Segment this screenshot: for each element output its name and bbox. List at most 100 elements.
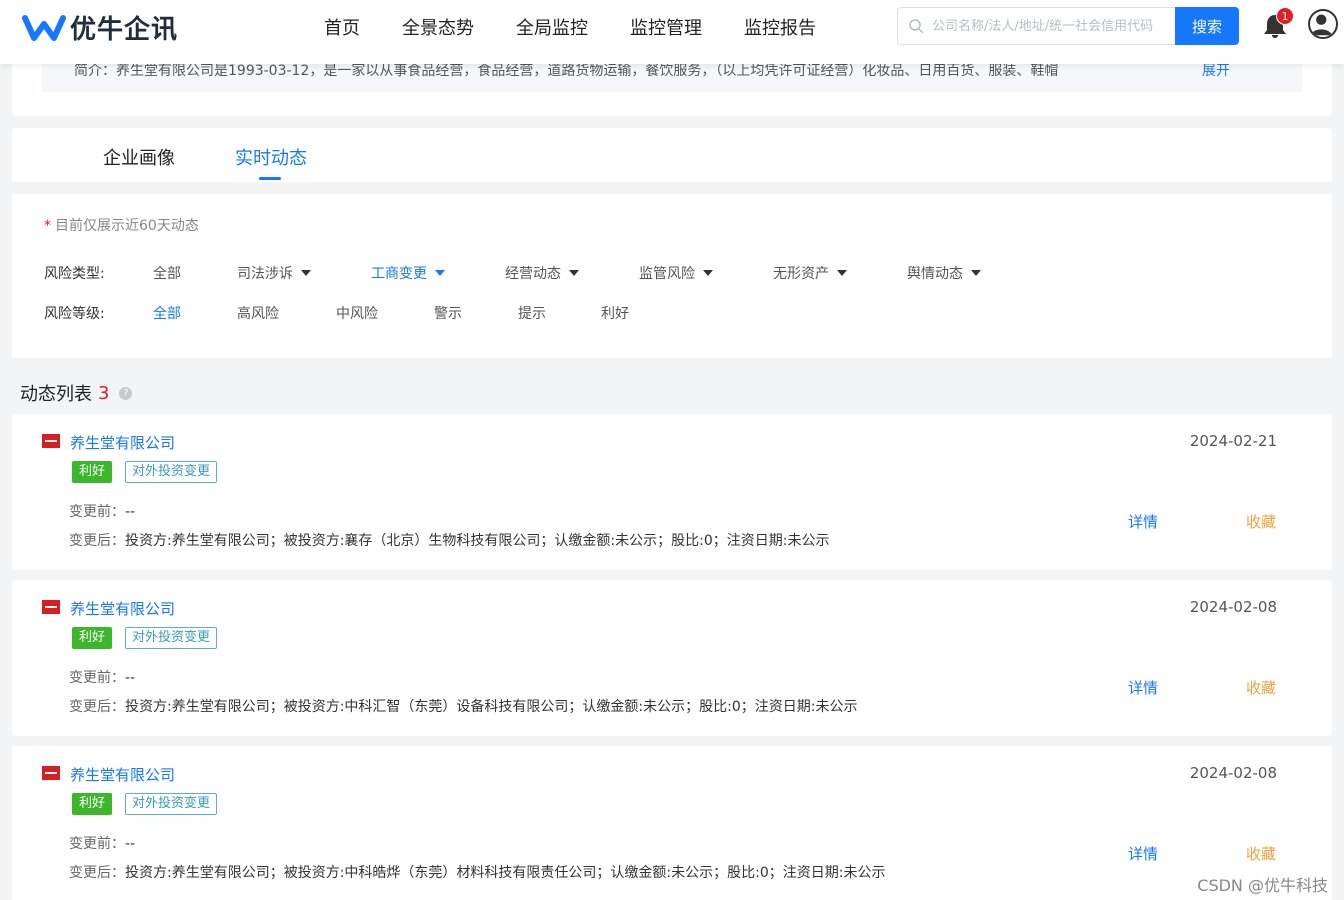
nav-home[interactable]: 首页 — [324, 14, 360, 40]
risk-type-sentiment[interactable]: 舆情动态 — [907, 263, 981, 283]
search-box — [897, 7, 1175, 45]
before-value: -- — [125, 670, 136, 686]
good-tag: 利好 — [72, 627, 113, 649]
option-label: 经营动态 — [505, 266, 561, 282]
list-item: 养生堂有限公司 2024-02-21 利好 对外投资变更 变更前：-- 变更后：… — [12, 414, 1332, 570]
item-date: 2024-02-21 — [1189, 432, 1277, 450]
after-label: 变更后： — [69, 865, 125, 881]
logo-text: 优牛企讯 — [70, 14, 179, 45]
option-label: 全部 — [153, 266, 181, 282]
before-value: -- — [125, 836, 136, 852]
option-label: 监管风险 — [639, 266, 695, 282]
good-tag: 利好 — [72, 793, 113, 815]
list-title-text: 动态列表 — [20, 384, 92, 405]
notice-label: 目前仅展示近60天动态 — [55, 218, 199, 234]
risk-type-all[interactable]: 全部 — [153, 263, 181, 283]
tab-realtime-dynamics[interactable]: 实时动态 — [235, 144, 307, 170]
favorite-button[interactable]: 收藏 — [1246, 843, 1276, 864]
caret-down-icon — [569, 270, 579, 276]
list-title: 动态列表 3 ? — [20, 380, 133, 406]
logo-icon — [22, 15, 66, 41]
risk-type-judicial[interactable]: 司法涉诉 — [237, 263, 311, 283]
help-icon[interactable]: ? — [119, 386, 133, 400]
before-row: 变更前：-- — [69, 667, 135, 687]
change-type-tag: 对外投资变更 — [125, 627, 218, 649]
before-label: 变更前： — [69, 836, 125, 852]
favorite-button[interactable]: 收藏 — [1246, 511, 1276, 532]
before-label: 变更前： — [69, 504, 125, 520]
risk-level-medium[interactable]: 中风险 — [336, 303, 378, 323]
main-nav: 首页 全景态势 全局监控 监控管理 监控报告 — [324, 0, 858, 54]
list-item: 养生堂有限公司 2024-02-08 利好 对外投资变更 变更前：-- 变更后：… — [12, 746, 1332, 900]
risk-level-label: 风险等级: — [44, 306, 105, 322]
before-label: 变更前： — [69, 670, 125, 686]
option-label: 工商变更 — [371, 266, 427, 282]
list-item: 养生堂有限公司 2024-02-08 利好 对外投资变更 变更前：-- 变更后：… — [12, 580, 1332, 736]
risk-level-hint[interactable]: 提示 — [518, 303, 546, 323]
risk-type-regulatory[interactable]: 监管风险 — [639, 263, 713, 283]
company-name-link[interactable]: 养生堂有限公司 — [70, 764, 175, 785]
after-value: 投资方:养生堂有限公司；被投资方:中科汇智（东莞）设备科技有限公司；认缴金额:未… — [125, 699, 858, 715]
favorite-button[interactable]: 收藏 — [1246, 677, 1276, 698]
top-header: 优牛企讯 首页 全景态势 全局监控 监控管理 监控报告 搜索 1 — [0, 0, 1344, 64]
company-name-link[interactable]: 养生堂有限公司 — [70, 432, 175, 453]
list-count: 3 — [98, 382, 110, 404]
risk-type-intangible[interactable]: 无形资产 — [773, 263, 847, 283]
notice-text: * 目前仅展示近60天动态 — [44, 215, 199, 235]
before-row: 变更前：-- — [69, 501, 135, 521]
filter-card: * 目前仅展示近60天动态 风险类型: 全部 司法涉诉 工商变更 经营动态 监管风… — [12, 194, 1332, 358]
nav-monitor-report[interactable]: 监控报告 — [744, 14, 816, 40]
user-icon — [1310, 14, 1332, 36]
tab-enterprise-portrait[interactable]: 企业画像 — [103, 144, 175, 170]
company-logo — [42, 766, 60, 780]
risk-level-all[interactable]: 全部 — [153, 303, 181, 323]
caret-down-icon — [837, 270, 847, 276]
active-tab-indicator — [259, 177, 281, 180]
before-row: 变更前：-- — [69, 833, 135, 853]
caret-down-icon — [971, 270, 981, 276]
watermark: CSDN @优牛科技 — [1197, 876, 1328, 895]
before-value: -- — [125, 504, 136, 520]
company-name-link[interactable]: 养生堂有限公司 — [70, 598, 175, 619]
after-row: 变更后：投资方:养生堂有限公司；被投资方:中科汇智（东莞）设备科技有限公司；认缴… — [69, 696, 858, 716]
after-row: 变更后：投资方:养生堂有限公司；被投资方:中科皓烨（东莞）材料科技有限责任公司；… — [69, 862, 886, 882]
change-type-tag: 对外投资变更 — [125, 793, 218, 815]
item-date: 2024-02-08 — [1189, 764, 1277, 782]
search-icon — [909, 19, 924, 34]
after-row: 变更后：投资方:养生堂有限公司；被投资方:襄存（北京）生物科技有限公司；认缴金额… — [69, 530, 830, 550]
logo[interactable]: 优牛企讯 — [22, 12, 178, 45]
option-label: 司法涉诉 — [237, 266, 293, 282]
after-label: 变更后： — [69, 533, 125, 549]
good-tag: 利好 — [72, 461, 113, 483]
option-label: 无形资产 — [773, 266, 829, 282]
change-type-tag: 对外投资变更 — [125, 461, 218, 483]
after-value: 投资方:养生堂有限公司；被投资方:襄存（北京）生物科技有限公司；认缴金额:未公示… — [125, 533, 830, 549]
caret-down-icon — [435, 270, 445, 276]
avatar[interactable] — [1308, 9, 1338, 39]
caret-down-icon — [703, 270, 713, 276]
company-logo — [42, 434, 60, 448]
risk-level-warning[interactable]: 警示 — [434, 303, 462, 323]
search-input[interactable] — [932, 18, 1168, 34]
after-value: 投资方:养生堂有限公司；被投资方:中科皓烨（东莞）材料科技有限责任公司；认缴金额… — [125, 865, 886, 881]
nav-global-monitor[interactable]: 全局监控 — [516, 14, 588, 40]
detail-button[interactable]: 详情 — [1128, 843, 1158, 864]
detail-button[interactable]: 详情 — [1128, 511, 1158, 532]
caret-down-icon — [301, 270, 311, 276]
detail-button[interactable]: 详情 — [1128, 677, 1158, 698]
item-date: 2024-02-08 — [1189, 598, 1277, 616]
risk-level-good[interactable]: 利好 — [601, 303, 629, 323]
nav-monitor-manage[interactable]: 监控管理 — [630, 14, 702, 40]
nav-panorama[interactable]: 全景态势 — [402, 14, 474, 40]
option-label: 舆情动态 — [907, 266, 963, 282]
risk-level-high[interactable]: 高风险 — [237, 303, 279, 323]
notification-badge: 1 — [1276, 7, 1294, 25]
after-label: 变更后： — [69, 699, 125, 715]
risk-type-label: 风险类型: — [44, 266, 105, 282]
risk-type-business-change[interactable]: 工商变更 — [371, 263, 445, 283]
tabs-card: 企业画像 实时动态 — [12, 128, 1332, 182]
company-logo — [42, 600, 60, 614]
search-button[interactable]: 搜索 — [1175, 7, 1239, 45]
risk-type-operation[interactable]: 经营动态 — [505, 263, 579, 283]
required-star: * — [44, 218, 51, 234]
